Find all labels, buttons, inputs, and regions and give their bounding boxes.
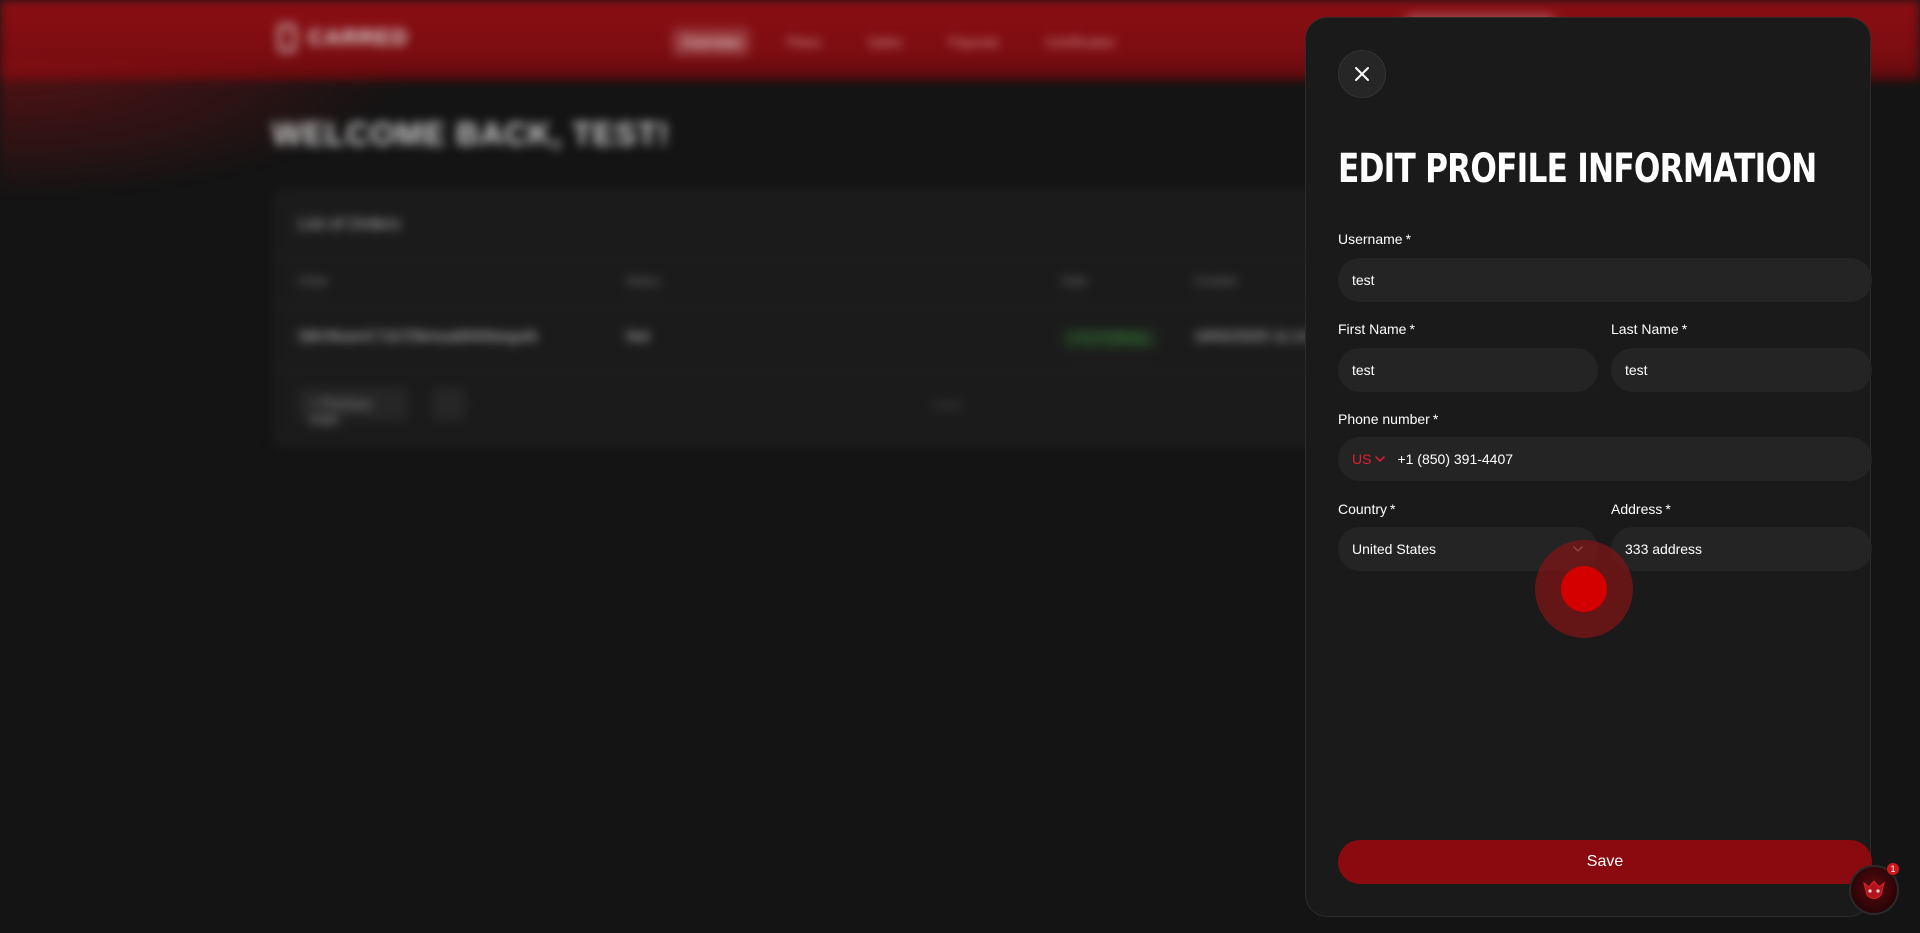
first-name-label-text: First Name (1338, 321, 1407, 337)
table-header-date: Date (1062, 274, 1088, 288)
nav-item-overview[interactable]: Overview (672, 28, 751, 56)
edit-profile-panel: EDIT PROFILE INFORMATION Username* First… (1305, 17, 1872, 917)
close-icon (1355, 67, 1369, 81)
required-mark: * (1432, 411, 1439, 427)
close-button[interactable] (1338, 50, 1386, 98)
address-input[interactable] (1611, 527, 1872, 571)
click-indicator-dot (1561, 566, 1607, 612)
required-mark: * (1390, 501, 1396, 517)
address-label-text: Address (1611, 501, 1663, 517)
notification-badge: 1 (1886, 862, 1900, 876)
table-header-status: Status (626, 274, 661, 288)
phone-field: US (1338, 437, 1872, 481)
phone-country-code: US (1352, 451, 1372, 467)
logo-icon (278, 24, 296, 52)
logo-text: CARRED (308, 25, 409, 50)
username-input[interactable] (1338, 258, 1872, 302)
mascot-icon (1863, 880, 1885, 899)
address-label: Address * (1611, 501, 1671, 517)
country-label: Country * (1338, 501, 1395, 517)
required-mark: * (1665, 501, 1671, 517)
table-divider (272, 304, 1372, 305)
table-cell-order[interactable]: SBVMuenC71k7Dkmua6tNhbeqyeb (298, 328, 537, 345)
next-page-button[interactable] (432, 388, 466, 420)
table-cell-status: Not (626, 328, 650, 345)
chevron-down-icon (1375, 456, 1386, 463)
phone-label: Phone number * (1338, 411, 1438, 427)
nav-item-sales[interactable]: Sales (857, 28, 912, 56)
username-label-text: Username (1338, 231, 1403, 247)
orders-card: List of Orders Order Status Date Created… (272, 188, 1372, 448)
table-divider (272, 256, 1372, 257)
phone-input[interactable] (1395, 450, 1816, 468)
first-name-input[interactable] (1338, 348, 1598, 392)
required-mark: * (1409, 321, 1415, 337)
panel-title: EDIT PROFILE INFORMATION (1338, 146, 1817, 192)
pager-count: 1 of 1 (932, 398, 963, 412)
table-divider (272, 368, 1372, 369)
username-label: Username * (1338, 231, 1411, 247)
previous-page-button[interactable]: < Previous page (298, 388, 408, 426)
country-label-text: Country (1338, 501, 1388, 517)
nav-item-payouts[interactable]: Payouts (938, 28, 1009, 56)
main-nav: Overview Plans Sales Payouts Certificate… (672, 28, 1125, 56)
required-mark: * (1681, 321, 1688, 337)
required-mark: * (1405, 231, 1412, 247)
phone-label-text: Phone number (1338, 411, 1430, 427)
table-header-order: Order (298, 274, 329, 288)
first-name-label: First Name * (1338, 321, 1415, 337)
phone-country-selector[interactable]: US (1352, 451, 1386, 467)
save-button[interactable]: Save (1338, 840, 1872, 884)
last-name-label: Last Name * (1611, 321, 1687, 337)
last-name-input[interactable] (1611, 348, 1872, 392)
nav-item-certificates[interactable]: Certificates (1035, 28, 1125, 56)
table-cell-created: 19/02/2025 11:14 (1194, 328, 1310, 345)
welcome-heading: WELCOME BACK, TEST! (272, 116, 670, 152)
orders-card-title: List of Orders (298, 214, 401, 233)
country-select-value: United States (1352, 541, 1437, 557)
table-header-created: Created (1194, 274, 1237, 288)
status-badge: +TUTORIAL (1062, 328, 1157, 349)
last-name-label-text: Last Name (1611, 321, 1679, 337)
app-logo: CARRED (278, 24, 408, 52)
nav-item-plans[interactable]: Plans (776, 28, 831, 56)
